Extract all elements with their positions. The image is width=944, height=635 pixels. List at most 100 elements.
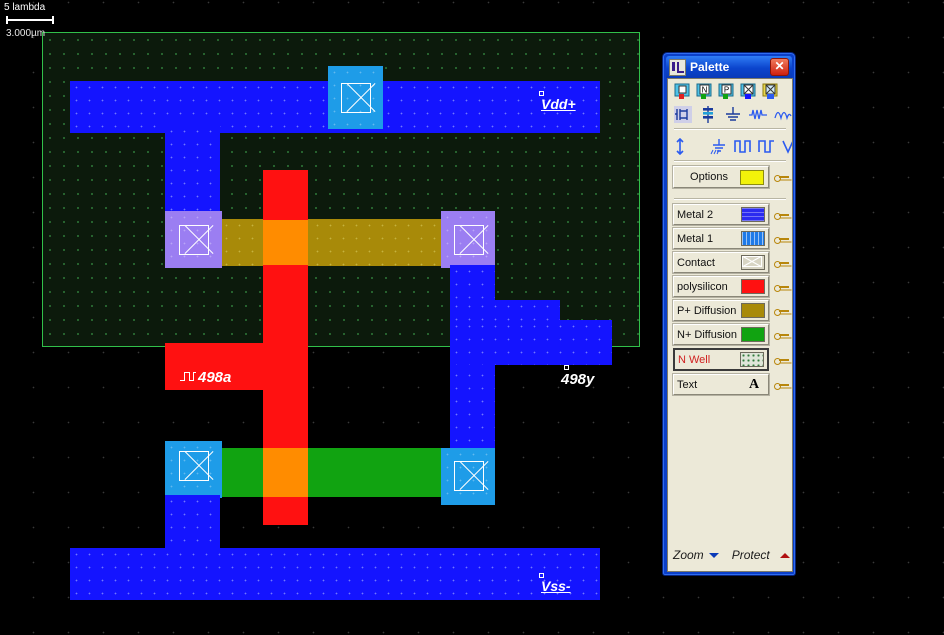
zoom-label[interactable]: Zoom [673, 548, 704, 562]
palette-divider-2 [674, 160, 786, 162]
nwell-swatch [740, 352, 764, 367]
palette-divider-1 [674, 128, 786, 130]
layer-row-metal-2: Metal 2 [668, 204, 792, 225]
via2-icon[interactable] [762, 83, 780, 100]
layer-lock-key-icon[interactable] [774, 232, 790, 246]
layer-row-contact: Contact [668, 252, 792, 273]
output-metal-stub[interactable] [450, 300, 560, 325]
p-diffusion-icon[interactable]: P [718, 83, 736, 100]
label-vss[interactable]: Vss- [539, 573, 571, 594]
layer-label: polysilicon [677, 280, 728, 293]
mos-device-icon[interactable] [674, 106, 692, 123]
chevron-down-icon[interactable] [708, 552, 719, 558]
layer-lock-key-icon[interactable] [774, 256, 790, 270]
metal2-swatch [741, 207, 765, 222]
nmos-drain-contact-icon[interactable] [454, 461, 484, 491]
poly-gate-line[interactable] [263, 170, 308, 220]
pmos-drain-contact-icon[interactable] [454, 225, 484, 255]
analog-icon[interactable] [782, 138, 792, 155]
options-swatch [740, 169, 764, 185]
label-vdd[interactable]: Vdd+ [539, 91, 576, 112]
protect-label[interactable]: Protect [732, 548, 770, 562]
layer-button-n-well[interactable]: N Well [673, 348, 769, 371]
palette-tool-row-1: N P [668, 79, 792, 100]
palette-titlebar[interactable]: Palette ✕ [666, 56, 792, 78]
scale-bar-line [6, 16, 54, 24]
layer-row-p-diffusion: P+ Diffusion [668, 300, 792, 321]
capacitor-icon[interactable] [699, 106, 717, 123]
vss-branch-metal[interactable] [165, 495, 220, 550]
contact-icon[interactable] [674, 83, 692, 100]
n-diffusion-icon[interactable]: N [696, 83, 714, 100]
layer-row-metal-1: Metal 1 [668, 228, 792, 249]
contact-swatch [741, 255, 765, 270]
layout-canvas[interactable]: Vdd+ Vss- 498a 498y 5 lambda 3.000µm [0, 0, 944, 635]
vss-metal-rail[interactable] [70, 548, 600, 600]
layer-lock-key-icon[interactable] [774, 353, 790, 367]
layer-label: P+ Diffusion [677, 304, 737, 317]
output-metal-horizontal[interactable] [450, 320, 612, 365]
layer-label: N+ Diffusion [677, 328, 738, 341]
palette-title: Palette [690, 60, 730, 74]
layer-lock-key-icon[interactable] [774, 280, 790, 294]
palette-window[interactable]: Palette ✕ N P Options Metal 2 Metal 1 Co… [662, 52, 796, 576]
scale-lambda-label: 5 lambda [4, 2, 46, 13]
layer-lock-key-icon[interactable] [774, 208, 790, 222]
sine-signal-icon[interactable] [774, 106, 792, 123]
layer-label: N Well [678, 353, 711, 366]
nmos-gate[interactable] [263, 448, 308, 497]
layer-label: Metal 2 [677, 208, 714, 221]
pulse-signal-icon[interactable] [749, 106, 767, 123]
pmos-source-contact-icon[interactable] [179, 225, 209, 255]
pulse-icon[interactable] [758, 138, 776, 155]
palette-divider-3 [674, 198, 786, 200]
options-row: Options [668, 166, 792, 188]
layer-label: Contact [677, 256, 715, 269]
layer-button-text[interactable]: Text A [673, 374, 769, 395]
microwind-logo-icon [669, 58, 686, 76]
layer-list: Metal 2 Metal 1 Contact polysilicon P+ Diffu… [668, 204, 792, 395]
layer-button-contact[interactable]: Contact [673, 252, 769, 273]
label-input-498a[interactable]: 498a [180, 369, 231, 386]
nmos-ndiffusion[interactable] [220, 448, 442, 497]
scale-bar: 5 lambda 3.000µm [4, 2, 54, 39]
vdd-contact-icon[interactable] [341, 83, 371, 113]
layer-button-polysilicon[interactable]: polysilicon [673, 276, 769, 297]
options-button[interactable]: Options [673, 166, 769, 188]
label-output-498y[interactable]: 498y [561, 365, 594, 388]
via-icon[interactable] [740, 83, 758, 100]
ground-icon[interactable] [724, 106, 742, 123]
layer-label: Metal 1 [677, 232, 714, 245]
pdiff-swatch [741, 303, 765, 318]
layer-lock-key-icon[interactable] [774, 378, 790, 392]
layer-lock-key-icon[interactable] [774, 328, 790, 342]
pulse-signal-icon [180, 372, 196, 381]
pmos-gate[interactable] [263, 219, 308, 266]
poly-swatch [741, 279, 765, 294]
palette-tool-row-2 [668, 100, 792, 123]
vss-ground-icon[interactable] [710, 138, 728, 155]
layer-label: Text [677, 378, 698, 391]
options-key-icon[interactable] [774, 170, 790, 184]
vdd-branch-metal[interactable] [165, 125, 220, 220]
nmos-source-contact-icon[interactable] [179, 451, 209, 481]
chevron-up-icon[interactable] [779, 552, 790, 558]
layer-lock-key-icon[interactable] [774, 304, 790, 318]
text-swatch: A [748, 377, 760, 392]
label-output-anchor [564, 365, 569, 370]
label-vdd-anchor [539, 91, 544, 96]
layer-button-metal-2[interactable]: Metal 2 [673, 204, 769, 225]
close-icon[interactable]: ✕ [770, 58, 789, 76]
layer-row-n-well: N Well [668, 348, 792, 371]
layer-row-text: Text A [668, 374, 792, 395]
layer-button-p-diffusion[interactable]: P+ Diffusion [673, 300, 769, 321]
clock-icon[interactable] [734, 138, 752, 155]
svg-text:N: N [702, 86, 708, 95]
metal1-swatch [741, 231, 765, 246]
layer-button-metal-1[interactable]: Metal 1 [673, 228, 769, 249]
svg-text:P: P [724, 86, 729, 95]
vdd-supply-icon[interactable] [674, 137, 692, 156]
pmos-pdiffusion[interactable] [220, 219, 442, 266]
options-label: Options [690, 171, 728, 183]
layer-button-n-diffusion[interactable]: N+ Diffusion [673, 324, 769, 345]
